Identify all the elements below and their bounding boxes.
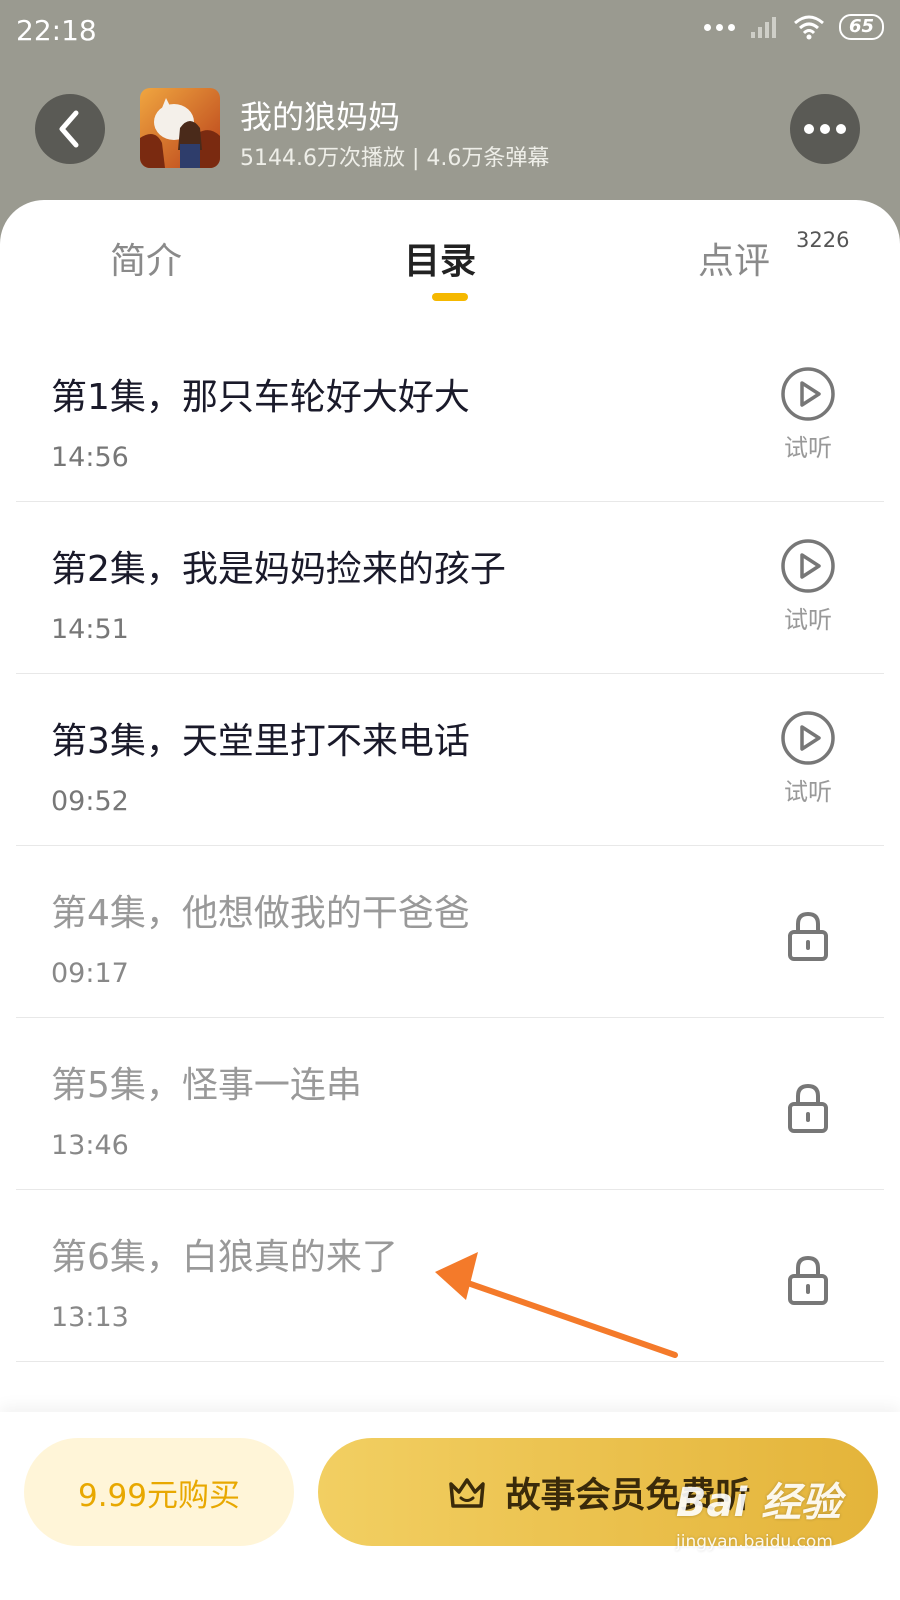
preview-button[interactable]: 试听	[778, 710, 838, 807]
episode-row[interactable]: 第3集，天堂里打不来电话 09:52 试听	[16, 674, 884, 846]
tab-bar: 简介 目录 点评 3226	[0, 200, 900, 310]
cellular-signal-icon	[750, 17, 776, 38]
tab-reviews[interactable]: 点评	[698, 232, 770, 284]
chevron-left-icon	[59, 110, 79, 148]
episode-title: 第6集，白狼真的来了	[51, 1237, 398, 1278]
more-options-button[interactable]	[790, 94, 860, 164]
episode-duration: 14:51	[51, 614, 129, 645]
play-circle-icon	[781, 539, 835, 593]
preview-button[interactable]: 试听	[778, 538, 838, 635]
episode-title: 第3集，天堂里打不来电话	[51, 721, 470, 762]
crown-icon	[449, 1478, 486, 1508]
episode-duration: 13:46	[51, 1130, 129, 1161]
back-button[interactable]	[35, 94, 105, 164]
lock-icon	[788, 1255, 828, 1305]
battery-indicator: 65	[838, 14, 884, 40]
episode-duration: 14:56	[51, 442, 129, 473]
active-tab-indicator	[432, 293, 468, 301]
album-header: 我的狼妈妈 5144.6万次播放 | 4.6万条弹幕	[0, 70, 900, 190]
episode-row-locked[interactable]: 第4集，他想做我的干爸爸 09:17	[16, 846, 884, 1018]
more-dot-icon	[804, 124, 814, 134]
episode-duration: 09:17	[51, 958, 129, 989]
buy-button[interactable]: 9.99元购买	[24, 1438, 294, 1546]
wifi-icon	[793, 15, 824, 40]
episode-row-locked[interactable]: 第5集，怪事一连串 13:46	[16, 1018, 884, 1190]
play-circle-icon	[781, 711, 835, 765]
play-circle-icon	[781, 367, 835, 421]
episode-title: 第4集，他想做我的干爸爸	[51, 893, 470, 934]
preview-button[interactable]: 试听	[778, 366, 838, 463]
preview-label: 试听	[784, 606, 832, 634]
episode-list: 第1集，那只车轮好大好大 14:56 试听 第2集，我是妈妈捡来的孩子 14:5…	[16, 330, 884, 1362]
lock-icon	[788, 911, 828, 961]
tab-catalog[interactable]: 目录	[404, 232, 476, 284]
status-time: 22:18	[16, 14, 97, 47]
watermark-logo: Bai 经验	[676, 1480, 842, 1526]
album-stats: 5144.6万次播放 | 4.6万条弹幕	[240, 146, 550, 171]
album-cover-art	[140, 88, 220, 168]
album-cover[interactable]	[140, 88, 220, 168]
watermark-url: jingyan.baidu.com	[676, 1532, 833, 1552]
notification-dots-icon	[703, 23, 735, 31]
preview-label: 试听	[784, 778, 832, 806]
episode-duration: 13:13	[51, 1302, 129, 1333]
album-title: 我的狼妈妈	[240, 98, 401, 136]
episode-row-locked[interactable]: 第6集，白狼真的来了 13:13	[16, 1190, 884, 1362]
episode-row[interactable]: 第2集，我是妈妈捡来的孩子 14:51 试听	[16, 502, 884, 674]
baidu-jingyan-watermark: Bai 经验 jingyan.baidu.com	[676, 1470, 841, 1552]
status-bar: 22:18 65	[0, 0, 900, 64]
episode-row[interactable]: 第1集，那只车轮好大好大 14:56 试听	[16, 330, 884, 502]
reviews-count-badge: 3226	[796, 228, 850, 252]
lock-icon	[788, 1083, 828, 1133]
episode-title: 第2集，我是妈妈捡来的孩子	[51, 549, 506, 590]
tab-intro[interactable]: 简介	[110, 232, 182, 284]
more-dot-icon	[836, 124, 846, 134]
preview-label: 试听	[784, 434, 832, 462]
status-icons: 65	[703, 14, 884, 40]
more-dot-icon	[820, 124, 830, 134]
episode-title: 第5集，怪事一连串	[51, 1065, 362, 1106]
episode-duration: 09:52	[51, 786, 129, 817]
episode-title: 第1集，那只车轮好大好大	[51, 377, 470, 418]
